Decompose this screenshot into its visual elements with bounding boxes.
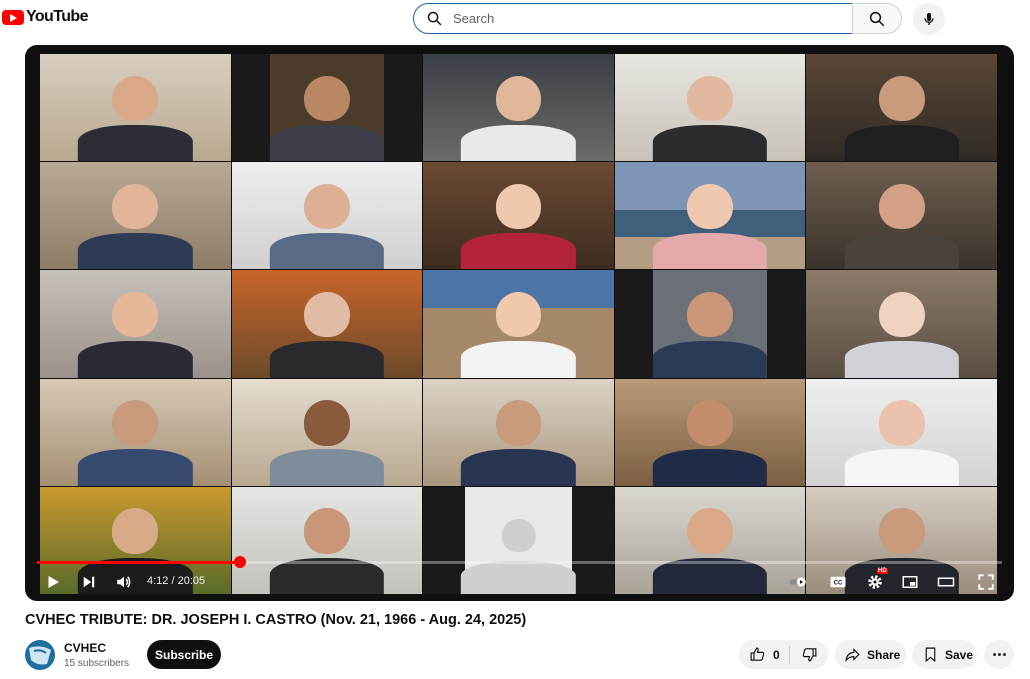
captions-button[interactable]: CC [827, 572, 849, 592]
volume-icon [117, 576, 131, 588]
svg-text:CC: CC [834, 581, 843, 587]
thumbs-up-icon [750, 647, 765, 661]
bookmark-icon [925, 647, 936, 663]
thumbs-down-icon [802, 648, 816, 662]
participant-tile [614, 270, 806, 378]
participant-tile [806, 378, 997, 486]
save-button[interactable]: Save [912, 640, 977, 669]
skip-next-icon [83, 576, 95, 588]
play-icon [48, 576, 59, 588]
progress-played [37, 561, 240, 564]
youtube-play-icon [2, 9, 24, 25]
participant-tile [423, 270, 614, 378]
time-display: 4:12 / 20:05 [147, 575, 206, 587]
participant-tile [40, 54, 231, 162]
participant-tile [806, 54, 997, 162]
participant-tile [423, 54, 614, 162]
participant-tile [614, 162, 806, 270]
more-actions-button[interactable] [984, 640, 1014, 669]
miniplayer-icon [902, 576, 918, 588]
search-icon [427, 11, 442, 26]
dislike-button[interactable] [790, 640, 828, 669]
settings-button[interactable]: HD [863, 568, 888, 592]
closed-captions-icon: CC [830, 576, 846, 588]
miniplayer-button[interactable] [899, 572, 921, 592]
search-button[interactable] [852, 3, 902, 34]
search-box[interactable] [413, 3, 853, 34]
participant-tile [40, 162, 231, 270]
participant-tile [614, 378, 806, 486]
autoplay-toggle[interactable] [783, 572, 813, 592]
subscribe-button[interactable]: Subscribe [147, 640, 221, 669]
voice-search-button[interactable] [913, 3, 945, 35]
top-bar: YouTube [0, 0, 1030, 38]
participant-tile [40, 378, 231, 486]
like-count: 0 [773, 647, 780, 662]
hd-badge: HD [877, 568, 888, 574]
participant-tile [806, 162, 997, 270]
share-arrow-icon [845, 648, 860, 663]
youtube-logo[interactable]: YouTube [2, 8, 88, 26]
volume-button[interactable] [113, 572, 135, 592]
search-input[interactable] [453, 11, 833, 26]
autoplay-toggle-icon [789, 577, 806, 587]
participant-tile [231, 54, 423, 162]
participant-tile [231, 378, 423, 486]
participant-tile [423, 162, 614, 270]
search-icon [869, 11, 885, 26]
logo-text: YouTube [26, 8, 88, 25]
video-player[interactable]: 4:12 / 20:05 CC HD [25, 45, 1014, 601]
participant-tile [231, 162, 423, 270]
more-horizontal-icon [992, 653, 1006, 656]
progress-bar[interactable] [37, 556, 1002, 568]
channel-name[interactable]: CVHEC [64, 641, 106, 655]
participant-tile [614, 54, 806, 162]
participant-tile [423, 378, 614, 486]
video-title: CVHEC TRIBUTE: DR. JOSEPH I. CASTRO (Nov… [25, 612, 527, 628]
subscriber-count: 15 subscribers [64, 658, 130, 669]
participant-tile [40, 270, 231, 378]
fullscreen-icon [978, 574, 994, 590]
channel-logo-icon [29, 646, 51, 665]
video-frame-grid [40, 54, 997, 594]
player-controls: 4:12 / 20:05 CC HD [25, 568, 1014, 596]
like-dislike-group: 0 [739, 640, 828, 669]
like-button[interactable]: 0 [739, 640, 789, 669]
channel-avatar[interactable] [25, 640, 55, 670]
microphone-icon [924, 13, 934, 25]
participant-tile [231, 270, 423, 378]
next-button[interactable] [79, 572, 99, 592]
participant-tile [806, 270, 997, 378]
theater-mode-icon [937, 577, 955, 587]
save-label: Save [945, 647, 974, 662]
theater-mode-button[interactable] [935, 572, 957, 592]
share-button[interactable]: Share [835, 640, 906, 669]
share-label: Share [867, 647, 901, 662]
gear-icon [868, 575, 882, 589]
fullscreen-button[interactable] [975, 572, 997, 592]
progress-scrubber[interactable] [233, 556, 246, 568]
play-button[interactable] [43, 572, 63, 592]
